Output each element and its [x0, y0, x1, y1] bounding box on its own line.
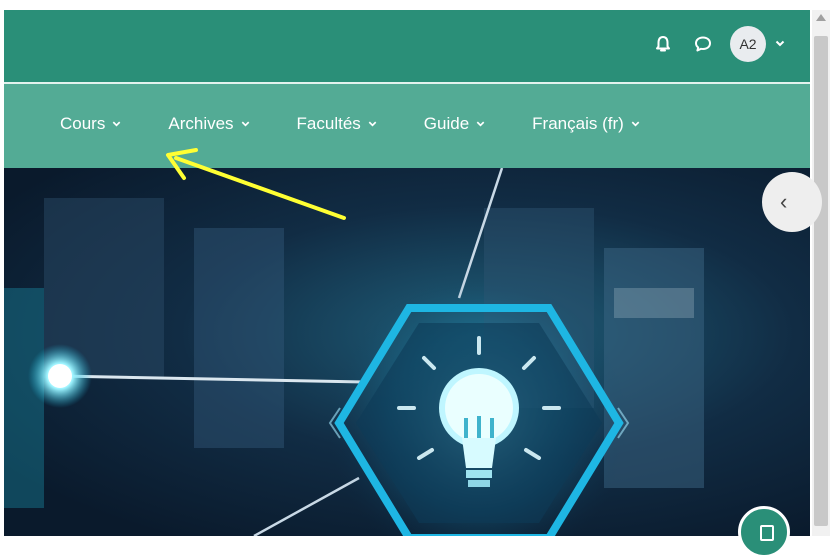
top-header-bar: A2	[4, 10, 810, 82]
chevron-down-icon	[475, 118, 486, 132]
chevron-left-icon: ‹	[780, 189, 788, 214]
nav-item-language[interactable]: Français (fr)	[532, 114, 641, 134]
scroll-up-arrow-icon[interactable]	[816, 14, 826, 21]
document-icon	[760, 525, 774, 541]
avatar[interactable]: A2	[730, 26, 766, 62]
nav-item-archives[interactable]: Archives	[168, 114, 250, 134]
user-menu[interactable]: A2	[730, 26, 786, 62]
nav-item-cours[interactable]: Cours	[60, 114, 122, 134]
hero-lightbulb-illustration	[4, 168, 704, 536]
chevron-down-icon	[367, 118, 378, 132]
chevron-down-icon	[111, 118, 122, 132]
vertical-scrollbar[interactable]	[812, 10, 830, 536]
bell-icon[interactable]	[650, 31, 676, 57]
hero-banner-image	[4, 168, 810, 536]
primary-navigation: Cours Archives Facultés Guide Français (…	[4, 84, 810, 168]
nav-item-label: Archives	[168, 114, 234, 133]
nav-item-label: Facultés	[296, 114, 361, 133]
chevron-down-icon	[630, 118, 641, 132]
footer-action-button[interactable]	[738, 506, 790, 558]
nav-item-label: Cours	[60, 114, 106, 133]
header-actions: A2	[650, 26, 786, 62]
scrollbar-thumb[interactable]	[814, 36, 828, 526]
chevron-down-icon	[240, 118, 251, 132]
chevron-down-icon[interactable]	[774, 37, 786, 52]
chat-icon[interactable]	[690, 31, 716, 57]
page-frame: A2 Cours Archives Facultés Guide Françai…	[0, 0, 830, 558]
nav-item-facultes[interactable]: Facultés	[297, 114, 378, 134]
nav-item-label: Guide	[423, 114, 470, 133]
nav-item-guide[interactable]: Guide	[424, 114, 486, 134]
nav-item-label: Français (fr)	[532, 114, 624, 133]
drawer-toggle-button[interactable]: ‹	[762, 172, 822, 232]
